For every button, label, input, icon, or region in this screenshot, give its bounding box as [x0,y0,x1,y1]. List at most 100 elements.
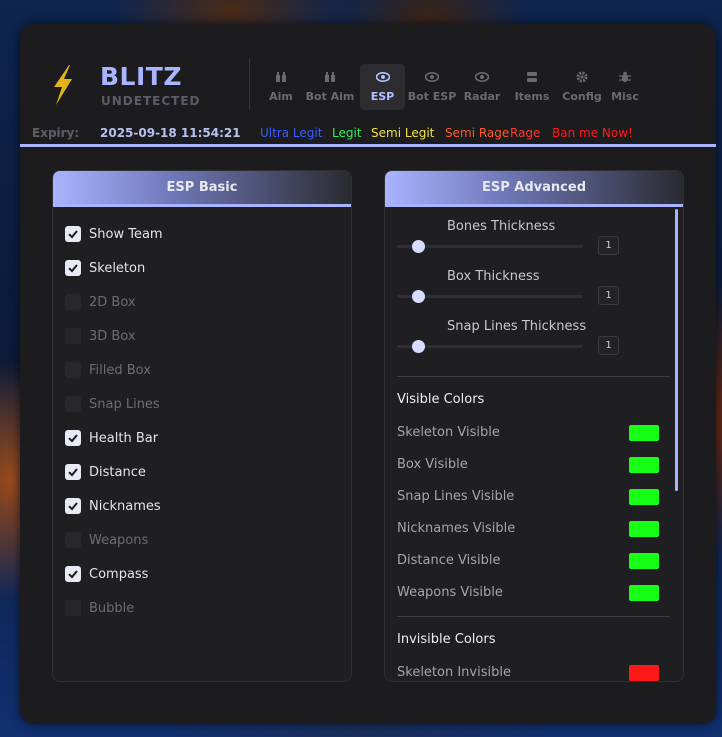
checkbox-label: Distance [89,464,146,480]
esp-basic-panel: ESP Basic Show Team Skeleton 2D Box 3D Box F… [52,170,352,682]
preset-ultra-legit[interactable]: Ultra Legit [260,126,322,140]
checkbox-show-team[interactable]: Show Team [65,224,163,244]
tab-label: Misc [611,90,639,103]
checkbox-checked[interactable] [65,260,81,276]
checkbox-nicknames[interactable]: Nicknames [65,496,161,516]
color-label: Weapons Visible [397,585,503,600]
checkbox-checked[interactable] [65,498,81,514]
color-label: Skeleton Invisible [397,665,511,680]
tab-bot-aim[interactable]: Bot Aim [300,64,360,110]
slider-label: Bones Thickness [447,219,556,234]
checkbox-label: Show Team [89,226,163,242]
check-icon [68,230,78,239]
checkbox-checked[interactable] [65,226,81,242]
checkbox-unchecked[interactable] [65,294,81,310]
tab-items[interactable]: Items [505,64,559,110]
preset-semi-rage[interactable]: Semi Rage [445,126,509,140]
slider-handle[interactable] [412,290,425,303]
color-swatch[interactable] [629,521,659,537]
section-divider [397,376,670,377]
esp-advanced-panel: ESP Advanced Bones Thickness 1 Box Thickne… [384,170,684,682]
checkbox-3d-box[interactable]: 3D Box [65,326,136,346]
tab-aim[interactable]: Aim [266,64,296,110]
checkbox-weapons[interactable]: Weapons [65,530,148,550]
brand-title: BLITZ [100,62,182,91]
preset-ban-me-now[interactable]: Ban me Now! [552,126,633,140]
checkbox-label: 3D Box [89,328,136,344]
checkbox-snap-lines[interactable]: Snap Lines [65,394,160,414]
checkbox-skeleton[interactable]: Skeleton [65,258,145,278]
tab-bot-esp[interactable]: Bot ESP [405,64,459,110]
check-icon [68,570,78,579]
checkbox-unchecked[interactable] [65,396,81,412]
color-row-skeleton-visible: Skeleton Visible [397,425,659,443]
expiry-label: Expiry: [32,126,80,140]
slider-value[interactable]: 1 [598,336,619,355]
tab-config[interactable]: Config [559,64,605,110]
tab-label: Bot Aim [305,90,355,103]
tab-esp[interactable]: ESP [360,64,405,110]
color-swatch[interactable] [629,457,659,473]
color-row-weapons-visible: Weapons Visible [397,585,659,603]
color-swatch[interactable] [629,489,659,505]
eye-icon [425,72,439,82]
checkbox-unchecked[interactable] [65,362,81,378]
slider-handle[interactable] [412,340,425,353]
checkbox-label: Weapons [89,532,149,548]
checkbox-label: 2D Box [89,294,136,310]
eye-icon [375,72,390,82]
tab-bar: Aim Bot Aim ESP Bot ESP Radar Items Conf… [266,64,645,110]
checkbox-unchecked[interactable] [65,600,81,616]
tab-label: ESP [370,90,395,103]
slider-value[interactable]: 1 [598,236,619,255]
checkbox-filled-box[interactable]: Filled Box [65,360,151,380]
checkbox-checked[interactable] [65,430,81,446]
invisible-colors-title: Invisible Colors [397,632,496,647]
tab-radar[interactable]: Radar [459,64,505,110]
checkbox-distance[interactable]: Distance [65,462,146,482]
checkbox-label: Compass [89,566,149,582]
checkbox-checked[interactable] [65,464,81,480]
crosshair-icon [276,72,286,82]
color-swatch[interactable] [629,425,659,441]
color-row-distance-visible: Distance Visible [397,553,659,571]
preset-semi-legit[interactable]: Semi Legit [371,126,434,140]
box-icon [527,72,537,82]
checkbox-checked[interactable] [65,566,81,582]
color-swatch[interactable] [629,553,659,569]
color-label: Box Visible [397,457,468,472]
tab-label: Bot ESP [407,90,457,103]
color-swatch[interactable] [629,585,659,601]
esp-advanced-scrollbar[interactable] [675,209,678,491]
expiry-value: 2025-09-18 11:54:21 [100,126,241,140]
color-row-skeleton-invisible: Skeleton Invisible [397,665,659,681]
main-window: BLITZ UNDETECTED Aim Bot Aim ESP Bot ESP [20,24,716,724]
color-label: Distance Visible [397,553,501,568]
checkbox-label: Snap Lines [89,396,160,412]
expiry-row: Expiry: 2025-09-18 11:54:21 Ultra Legit … [32,126,716,142]
header-divider [20,144,716,147]
check-icon [68,264,78,273]
checkbox-unchecked[interactable] [65,328,81,344]
color-label: Snap Lines Visible [397,489,515,504]
checkbox-health-bar[interactable]: Health Bar [65,428,158,448]
checkbox-2d-box[interactable]: 2D Box [65,292,136,312]
color-label: Nicknames Visible [397,521,516,536]
slider-label: Box Thickness [447,269,540,284]
checkbox-bubble[interactable]: Bubble [65,598,134,618]
color-swatch[interactable] [629,665,659,681]
checkbox-unchecked[interactable] [65,532,81,548]
lightning-logo-icon [54,65,72,105]
check-icon [68,434,78,443]
section-divider [397,616,670,617]
preset-legit[interactable]: Legit [332,126,362,140]
slider-value[interactable]: 1 [598,286,619,305]
checkbox-compass[interactable]: Compass [65,564,148,584]
checkbox-label: Health Bar [89,430,159,446]
brand-subtitle: UNDETECTED [101,94,201,108]
preset-rage[interactable]: Rage [510,126,540,140]
tab-misc[interactable]: Misc [605,64,645,110]
slider-handle[interactable] [412,240,425,253]
color-label: Skeleton Visible [397,425,500,440]
bot-icon [325,72,335,82]
